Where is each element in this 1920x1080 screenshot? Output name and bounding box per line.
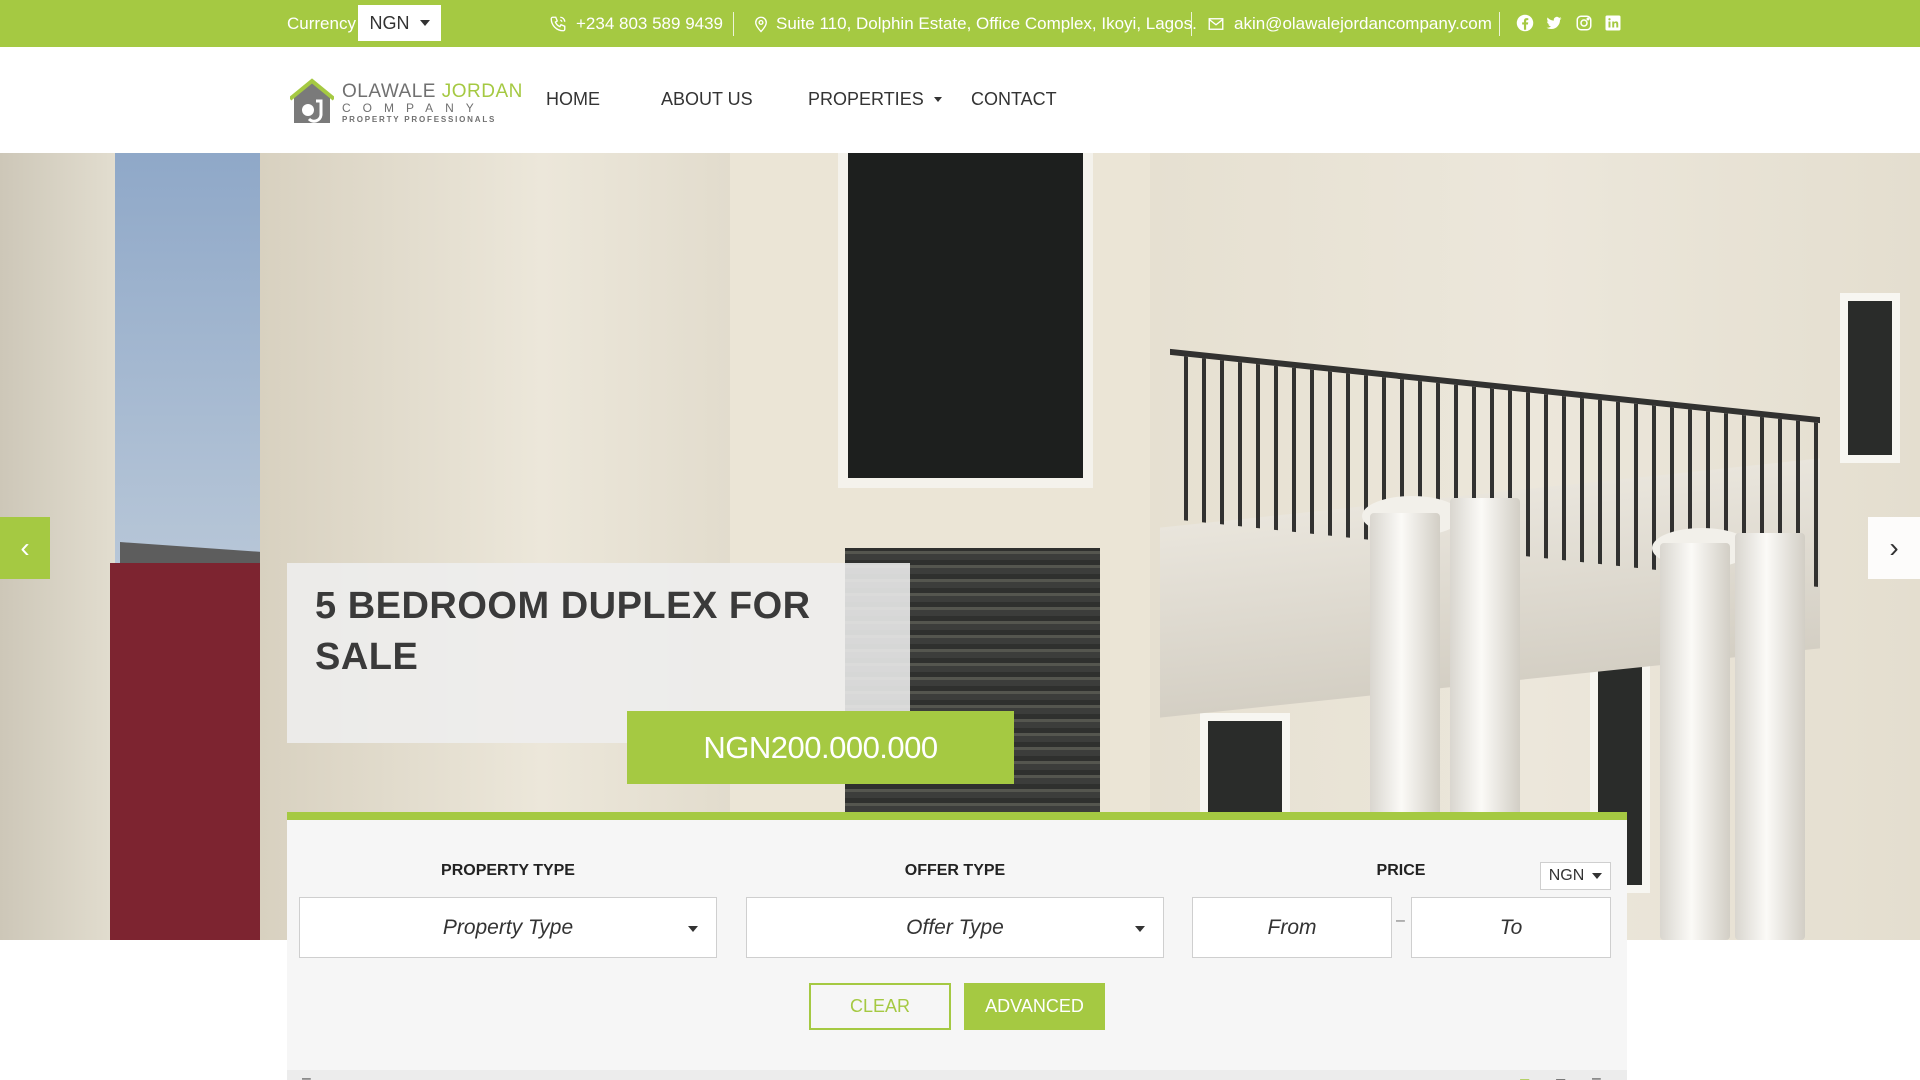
property-type-select[interactable]: Property Type (299, 897, 717, 958)
slider-prev-button[interactable]: ‹ (0, 517, 50, 579)
hero-photo-red-house (110, 563, 260, 940)
nav-properties[interactable]: PROPERTIES (808, 89, 942, 110)
nav-contact[interactable]: CONTACT (971, 89, 1057, 110)
hero-photo-window (1840, 293, 1900, 463)
company-logo[interactable]: OLAWALE JORDAN COMPANY PROPERTY PROFESSI… (290, 75, 522, 127)
hero-photo-window (838, 153, 1093, 488)
property-type-value: Property Type (442, 915, 574, 939)
slide-price: NGN200.000.000 (627, 711, 1014, 784)
logo-word-olawale: OLAWALE (342, 81, 436, 102)
offer-type-value: Offer Type (906, 915, 1004, 939)
logo-tagline: PROPERTY PROFESSIONALS (342, 115, 497, 124)
price-currency-value: NGN (1548, 867, 1585, 884)
hero-photo-column (1660, 543, 1730, 940)
email-text: akin@olawalejordancompany.com (1234, 13, 1492, 33)
chevron-right-icon: › (1889, 532, 1899, 563)
chevron-down-icon (688, 926, 698, 932)
price-to-input[interactable]: To (1411, 897, 1611, 958)
phone-number: +234 803 589 9439 (576, 13, 724, 33)
grid-view-icon[interactable]: ▦ (1519, 1076, 1530, 1080)
site-header: OLAWALE JORDAN COMPANY PROPERTY PROFESSI… (0, 47, 1920, 153)
logo-wordmark: OLAWALE JORDAN (342, 81, 523, 103)
property-type-label: PROPERTY TYPE (441, 862, 575, 879)
offer-type-select[interactable]: Offer Type (746, 897, 1164, 958)
map-pin-icon (755, 16, 767, 32)
chevron-down-icon (1592, 873, 1603, 879)
price-from-input[interactable]: From (1192, 897, 1392, 958)
chevron-down-icon (419, 20, 430, 26)
currency-select[interactable]: NGN (358, 5, 441, 41)
chevron-down-icon (1135, 926, 1145, 932)
top-info-bar: Currency NGN +234 803 589 9439 Suite 110… (0, 0, 1920, 47)
clear-button[interactable]: CLEAR (809, 983, 951, 1030)
chevron-down-icon (933, 97, 942, 102)
twitter-icon[interactable] (1545, 14, 1563, 32)
advanced-search-button[interactable]: ADVANCED (964, 983, 1105, 1030)
nav-properties-label: PROPERTIES (808, 89, 924, 109)
hero-photo-column (1735, 533, 1805, 940)
list-view-icon[interactable]: ☰ (1591, 1076, 1602, 1080)
results-toolbar: ☰ ▦ ▦ ☰ (287, 1070, 1627, 1080)
instagram-icon[interactable] (1575, 14, 1593, 32)
address-text: Suite 110, Dolphin Estate, Office Comple… (776, 13, 1197, 33)
currency-label: Currency (287, 13, 356, 33)
nav-home[interactable]: HOME (546, 89, 600, 110)
divider (1191, 12, 1192, 36)
linkedin-icon[interactable] (1604, 14, 1622, 32)
facebook-icon[interactable] (1516, 14, 1534, 32)
slider-next-button[interactable]: › (1868, 517, 1920, 579)
slide-title: 5 BEDROOM DUPLEX FOR SALE (315, 585, 811, 678)
email-link[interactable]: akin@olawalejordancompany.com (1207, 0, 1492, 47)
envelope-icon (1208, 17, 1224, 30)
currency-value: NGN (369, 12, 410, 33)
logo-word-jordan: JORDAN (441, 81, 523, 102)
tile-view-icon[interactable]: ▦ (1555, 1076, 1566, 1080)
phone-icon (550, 16, 566, 31)
price-from-placeholder: From (1267, 915, 1317, 939)
price-to-placeholder: To (1499, 915, 1523, 939)
divider (733, 12, 734, 36)
nav-about-us[interactable]: ABOUT US (661, 89, 753, 110)
house-logo-icon (290, 78, 334, 123)
chevron-left-icon: ‹ (20, 532, 30, 563)
phone-link[interactable]: +234 803 589 9439 (549, 0, 723, 47)
list-icon[interactable]: ☰ (301, 1076, 312, 1080)
logo-company-line: COMPANY (342, 101, 486, 115)
address-info: Suite 110, Dolphin Estate, Office Comple… (752, 0, 1197, 47)
divider (1499, 12, 1500, 36)
offer-type-label: OFFER TYPE (904, 862, 1006, 879)
price-range-dash: – (1396, 912, 1405, 929)
price-currency-select[interactable]: NGN (1540, 862, 1611, 890)
property-search-panel: PROPERTY TYPE Property Type OFFER TYPE O… (287, 812, 1627, 1080)
